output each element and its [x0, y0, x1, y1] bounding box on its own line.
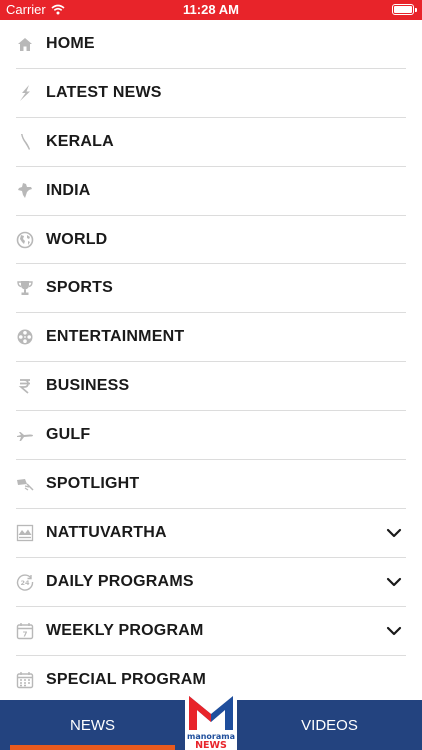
menu-item-business[interactable]: BUSINESS: [16, 362, 406, 412]
menu-list: HOME LATEST NEWS KERALA INDIA WORLD SPOR…: [0, 20, 422, 704]
svg-text:NEWS: NEWS: [195, 740, 227, 750]
menu-item-daily-programs[interactable]: 24 DAILY PROGRAMS: [16, 558, 406, 607]
tab-news[interactable]: NEWS: [0, 700, 185, 750]
menu-item-nattuvartha[interactable]: NATTUVARTHA: [16, 509, 406, 558]
svg-text:24: 24: [20, 579, 30, 587]
svg-text:7: 7: [23, 630, 28, 638]
menu-item-label: DAILY PROGRAMS: [46, 572, 194, 590]
menu-item-label: HOME: [46, 34, 95, 52]
menu-item-home[interactable]: HOME: [16, 20, 406, 69]
chevron-down-icon[interactable]: [386, 574, 402, 590]
menu-item-india[interactable]: INDIA: [16, 167, 406, 216]
tab-videos-label: VIDEOS: [301, 716, 358, 734]
spotlight-icon: [16, 475, 34, 493]
tab-videos[interactable]: VIDEOS: [237, 700, 422, 750]
kerala-map-icon: [16, 133, 34, 151]
menu-item-label: LATEST NEWS: [46, 83, 162, 101]
menu-item-label: SPECIAL PROGRAM: [46, 671, 207, 689]
calendar-7-icon: 7: [16, 622, 34, 640]
india-map-icon: [16, 182, 34, 200]
calendar-grid-icon: [16, 671, 34, 689]
menu-item-label: ENTERTAINMENT: [46, 328, 185, 346]
menu-item-gulf[interactable]: GULF: [16, 411, 406, 461]
lightning-icon: [16, 84, 34, 102]
active-tab-indicator: [10, 745, 175, 750]
menu-item-label: SPOTLIGHT: [46, 474, 140, 492]
film-reel-icon: [16, 328, 34, 346]
menu-item-entertainment[interactable]: ENTERTAINMENT: [16, 313, 406, 363]
airplane-icon: [16, 426, 34, 444]
battery-icon: [392, 4, 417, 15]
tab-news-label: NEWS: [70, 716, 115, 734]
menu-item-label: KERALA: [46, 132, 114, 150]
globe-icon: [16, 231, 34, 249]
24-hour-icon: 24: [16, 573, 34, 591]
menu-item-sports[interactable]: SPORTS: [16, 264, 406, 314]
menu-item-latest-news[interactable]: LATEST NEWS: [16, 69, 406, 118]
chevron-down-icon[interactable]: [386, 623, 402, 639]
menu-item-label: BUSINESS: [46, 377, 130, 395]
menu-item-label: GULF: [46, 426, 91, 444]
menu-item-label: SPORTS: [46, 279, 113, 297]
menu-item-spotlight[interactable]: SPOTLIGHT: [16, 460, 406, 509]
trophy-icon: [16, 279, 34, 297]
menu-item-label: WEEKLY PROGRAM: [46, 621, 204, 639]
menu-item-label: NATTUVARTHA: [46, 523, 167, 541]
menu-item-weekly-program[interactable]: 7 WEEKLY PROGRAM: [16, 607, 406, 656]
menu-item-kerala[interactable]: KERALA: [16, 118, 406, 167]
status-time: 11:28 AM: [183, 2, 239, 17]
chevron-down-icon[interactable]: [386, 525, 402, 541]
menu-item-label: WORLD: [46, 230, 108, 248]
status-bar: Carrier 11:28 AM: [0, 0, 422, 20]
news-image-icon: [16, 524, 34, 542]
home-icon: [16, 35, 34, 53]
menu-item-world[interactable]: WORLD: [16, 216, 406, 265]
manorama-news-logo[interactable]: manorama NEWS: [185, 690, 237, 750]
rupee-icon: [16, 377, 34, 395]
menu-item-label: INDIA: [46, 181, 91, 199]
